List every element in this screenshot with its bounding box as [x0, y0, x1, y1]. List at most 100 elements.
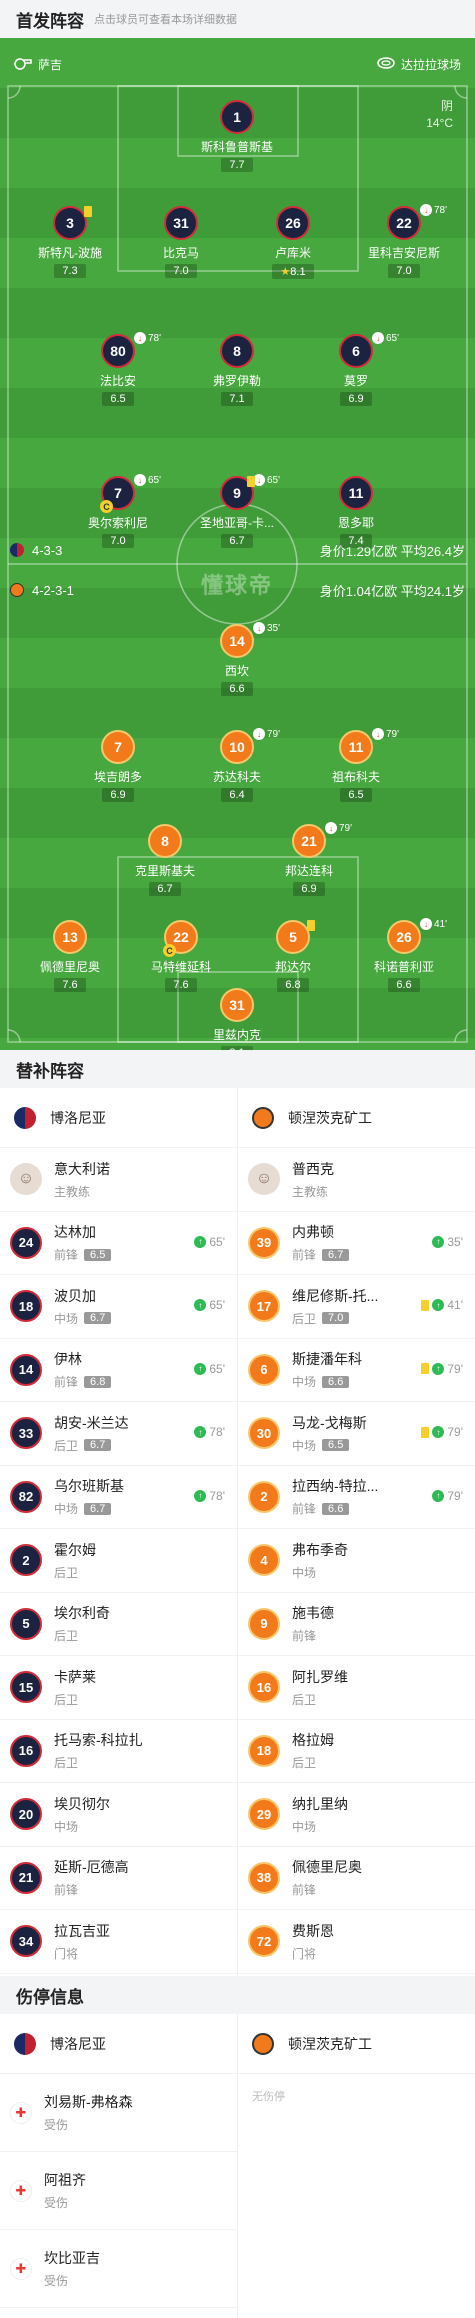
sub-player-row[interactable]: 21 延斯-厄德高 前锋: [0, 1847, 237, 1910]
rating-value: 6.9: [301, 883, 317, 895]
away-player[interactable]: 14 ↓ 35' 西坎 6.6: [177, 622, 297, 697]
away-player[interactable]: 7 埃吉朗多 6.9: [58, 730, 178, 803]
player-name: 圣地亚哥-卡...: [200, 516, 274, 530]
player-name: 邦达连科: [284, 864, 333, 878]
player-name: 伊林: [54, 1351, 82, 1368]
player-name: 埃尔利奇: [54, 1605, 110, 1622]
sub-player-row[interactable]: 20 埃贝彻尔 中场: [0, 1783, 237, 1847]
player-meta: 后卫 6.7: [54, 1437, 129, 1454]
sub-player-row[interactable]: 72 费斯恩 门将: [238, 1910, 475, 1974]
home-player[interactable]: 9 ↓ 65' 圣地亚哥-卡... 6.7: [177, 474, 297, 549]
sub-player-row[interactable]: 4 弗布季奇 中场: [238, 1529, 475, 1593]
player-name: 奥尔索利尼: [87, 516, 148, 530]
player-rating: 6.7: [84, 1502, 112, 1515]
player-position: 前锋: [292, 1502, 317, 1517]
away-player[interactable]: 8 克里斯基夫 6.7: [105, 824, 225, 897]
sub-player-row[interactable]: 5 埃尔利奇 后卫: [0, 1593, 237, 1656]
home-injuries-team[interactable]: 博洛尼亚: [0, 2014, 237, 2074]
subs-header: 替补阵容: [0, 1050, 475, 1088]
sub-player-row[interactable]: 24 达林加 前锋 6.5 ↑ 65': [0, 1212, 237, 1275]
sub-player-row[interactable]: 14 伊林 前锋 6.8 ↑ 65': [0, 1339, 237, 1402]
sub-player-row[interactable]: 2 拉西纳-特拉... 前锋 6.6 ↑ 79': [238, 1466, 475, 1529]
injury-row[interactable]: ✚ 阿祖齐 受伤: [0, 2152, 237, 2230]
home-player[interactable]: 3 斯特凡-波施 7.3: [10, 206, 130, 279]
player-meta: 中场 6.5: [292, 1437, 367, 1454]
sub-player-row[interactable]: 15 卡萨莱 后卫: [0, 1656, 237, 1720]
sub-player-row[interactable]: 30 马龙-戈梅斯 中场 6.5 ↑ 79': [238, 1402, 475, 1466]
sub-minute: 79': [447, 1488, 463, 1503]
player-meta: 后卫: [54, 1754, 143, 1771]
sub-player-row[interactable]: 2 霍尔姆 后卫: [0, 1529, 237, 1593]
rating-value: 6.9: [110, 789, 126, 801]
sub-player-row[interactable]: 9 施韦德 前锋: [238, 1593, 475, 1656]
away-player[interactable]: 5 邦达尔 6.8: [233, 920, 353, 993]
sub-off-marker: ↓ 65': [253, 474, 301, 486]
away-player[interactable]: 22 C 马特维延科 7.6: [121, 920, 241, 993]
sub-player-row[interactable]: 18 波贝加 中场 6.7 ↑ 65': [0, 1275, 237, 1339]
sub-player-row[interactable]: 33 胡安-米兰达 后卫 6.7 ↑ 78': [0, 1402, 237, 1466]
away-player[interactable]: 10 ↓ 79' 苏达科夫 6.4: [177, 728, 297, 803]
away-subs-list: ☺ 普西克 主教练 39 内弗顿 前锋 6.7 ↑ 35' 17 维尼修斯-托... 后卫 7.0 ↑ 41…: [238, 1148, 475, 1974]
sub-player-row[interactable]: 6 斯捷潘年科 中场 6.6 ↑ 79': [238, 1339, 475, 1402]
sub-player-row[interactable]: 17 维尼修斯-托... 后卫 7.0 ↑ 41': [238, 1275, 475, 1339]
away-player[interactable]: 26 ↓ 41' 科诺普利亚 6.6: [344, 918, 464, 993]
coach-row[interactable]: ☺ 普西克 主教练: [238, 1148, 475, 1212]
away-injuries-team[interactable]: 顿涅茨克矿工: [238, 2014, 475, 2074]
player-number: 9: [248, 1607, 280, 1640]
away-player[interactable]: 11 ↓ 79' 祖布科夫 6.5: [296, 728, 416, 803]
sub-player-row[interactable]: 39 内弗顿 前锋 6.7 ↑ 35': [238, 1212, 475, 1275]
player-number: 14: [220, 624, 254, 658]
away-player[interactable]: 31里兹内克8.1: [177, 988, 297, 1050]
sub-player-row[interactable]: 29 纳扎里纳 中场: [238, 1783, 475, 1847]
player-name: 格拉姆: [292, 1732, 334, 1749]
sub-off-icon: ↓: [253, 728, 265, 740]
home-player[interactable]: 26 卢库米 ★8.1: [233, 206, 353, 280]
away-player[interactable]: 13 佩德里尼奥 7.6: [10, 920, 130, 993]
home-player[interactable]: 22 ↓ 78' 里科吉安尼斯 7.0: [344, 204, 464, 279]
sub-minute: 41': [434, 918, 448, 930]
home-subs-team[interactable]: 博洛尼亚: [0, 1088, 237, 1148]
home-player[interactable]: 1 斯科鲁普斯基 7.7: [177, 100, 297, 173]
player-info: 格拉姆 后卫: [292, 1730, 334, 1771]
player-name: 苏达科夫: [212, 770, 261, 784]
home-player[interactable]: 7 ↓ 65' C 奥尔索利尼 7.0: [58, 474, 178, 549]
player-info: 埃贝彻尔 中场: [54, 1794, 110, 1835]
player-info: 霍尔姆 后卫: [54, 1540, 96, 1581]
home-player[interactable]: 11 恩多耶 7.4: [296, 476, 416, 549]
player-rating: 6.7: [149, 882, 181, 896]
player-position: 前锋: [54, 1248, 79, 1263]
coach-row[interactable]: ☺ 意大利诺 主教练: [0, 1148, 237, 1212]
sub-minute: 65': [209, 1361, 225, 1376]
home-player[interactable]: 31 比克马 7.0: [121, 206, 241, 279]
sub-event: ↑ 41': [421, 1298, 463, 1312]
injury-row[interactable]: ✚ 坎比亚吉 受伤: [0, 2230, 237, 2308]
lineup-title: 首发阵容: [16, 11, 84, 31]
player-number: 21: [10, 1861, 42, 1894]
player-info: 乌尔班斯基 中场 6.7: [54, 1476, 124, 1517]
player-position: 前锋: [292, 1883, 317, 1898]
sub-player-row[interactable]: 82 乌尔班斯基 中场 6.7 ↑ 78': [0, 1466, 237, 1529]
sub-player-row[interactable]: 16 托马索-科拉扎 后卫: [0, 1720, 237, 1783]
away-subs-team[interactable]: 顿涅茨克矿工: [238, 1088, 475, 1148]
player-position: 后卫: [54, 1692, 79, 1707]
home-player[interactable]: 80 ↓ 78' 法比安 6.5: [58, 332, 178, 407]
sub-player-row[interactable]: 34 拉瓦吉亚 门将: [0, 1910, 237, 1974]
player-name: 斯捷潘年科: [292, 1351, 362, 1368]
sub-off-icon: ↓: [372, 728, 384, 740]
away-team-badge: [10, 583, 24, 597]
player-name: 乌尔班斯基: [54, 1478, 124, 1495]
sub-player-row[interactable]: 16 阿扎罗维 后卫: [238, 1656, 475, 1720]
injury-cross-icon: ✚: [10, 2101, 32, 2124]
player-number: 82: [10, 1480, 42, 1513]
sub-player-row[interactable]: 18 格拉姆 后卫: [238, 1720, 475, 1783]
injury-row[interactable]: ✚ 刘易斯-弗格森 受伤: [0, 2074, 237, 2152]
player-position: 中场: [54, 1311, 79, 1326]
away-player[interactable]: 21 ↓ 79' 邦达连科 6.9: [249, 822, 369, 897]
home-player[interactable]: 6 ↓ 65' 莫罗 6.9: [296, 332, 416, 407]
player-name: 佩德里尼奥: [39, 960, 100, 974]
sub-player-row[interactable]: 38 佩德里尼奥 前锋: [238, 1847, 475, 1910]
home-player[interactable]: 8 弗罗伊勒 7.1: [177, 334, 297, 407]
rating-value: 7.0: [110, 535, 126, 547]
player-position: 中场: [292, 1375, 317, 1390]
injury-status: 受伤: [44, 2274, 69, 2288]
